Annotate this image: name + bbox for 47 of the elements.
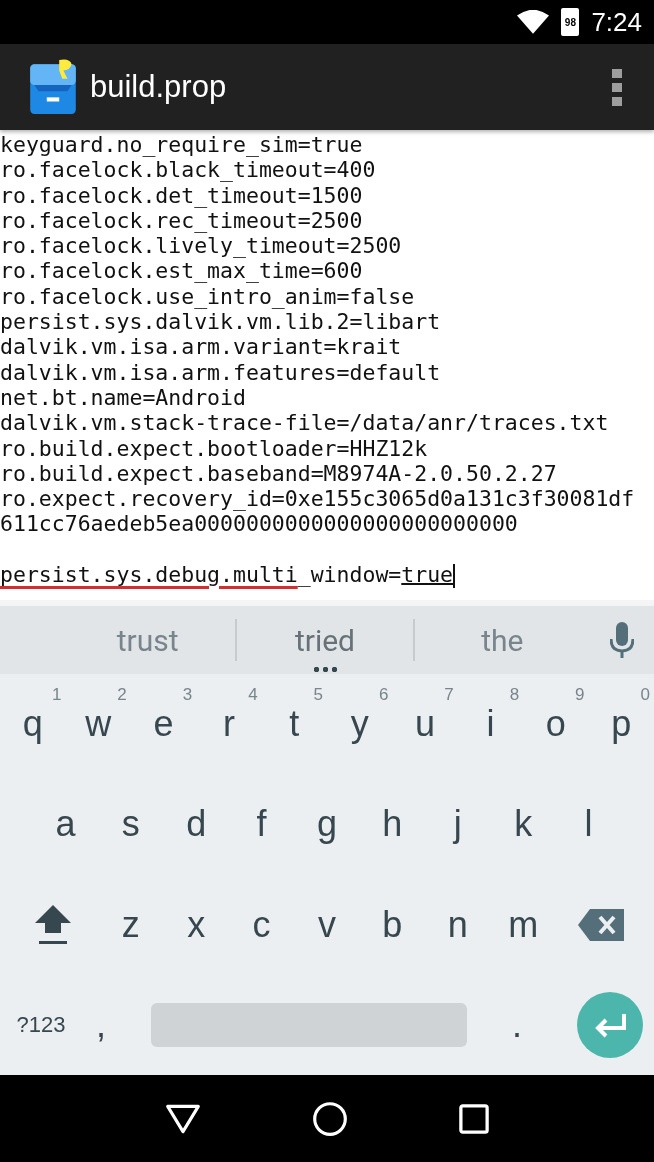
battery-icon: 98	[561, 8, 580, 36]
text-line: ro.facelock.det_timeout=1500	[0, 182, 364, 208]
text-line: ro.facelock.est_max_time=600	[0, 258, 364, 284]
text-line: dalvik.vm.isa.arm.features=default	[0, 359, 442, 385]
clock-time: 7:24	[591, 6, 642, 38]
keyboard-key[interactable]: z	[98, 879, 164, 970]
keyboard-key[interactable]: b	[359, 879, 426, 970]
keyboard-key[interactable]: j	[425, 779, 491, 870]
text-line: ro.facelock.lively_timeout=2500	[0, 233, 403, 259]
text-line: persist.sys.debug.multi_window=true	[0, 562, 457, 588]
home-icon[interactable]	[312, 1100, 348, 1137]
keyboard-key[interactable]: x	[163, 879, 229, 970]
keyboard-key[interactable]: d	[163, 779, 229, 870]
back-icon[interactable]	[165, 1102, 202, 1135]
keyboard-key[interactable]: k	[490, 779, 556, 870]
text-line: persist.sys.dalvik.vm.lib.2=libart	[0, 309, 442, 335]
text-line: ro.facelock.use_intro_anim=false	[0, 283, 416, 310]
text-line: net.bt.name=Android	[0, 384, 247, 411]
text-line: keyguard.no_require_sim=true	[0, 132, 364, 158]
keyboard-key[interactable]: ,	[71, 979, 131, 1070]
keyboard-key[interactable]: h	[359, 779, 426, 870]
keyboard-key[interactable]: s	[98, 779, 164, 870]
text-line: ro.build.expect.baseband=M8974A-2.0.50.2.27	[0, 460, 558, 487]
text-line: 611cc76aedeb5ea0000000000000000000000000	[0, 511, 519, 537]
text-line: dalvik.vm.stack-trace-file=/data/anr/traces.txt	[0, 410, 610, 436]
keyboard-key[interactable]: f	[228, 779, 295, 870]
file-title: build.prop	[90, 69, 228, 105]
text-line: ro.build.expect.bootloader=HHZ12k	[0, 435, 429, 461]
symbols-key[interactable]: ?123	[11, 979, 71, 1070]
keyboard-key[interactable]: a	[32, 779, 99, 870]
keyboard-key[interactable]: .	[487, 979, 547, 1070]
microphone-icon[interactable]	[610, 622, 634, 658]
wifi-icon	[517, 10, 550, 34]
keyboard-key[interactable]: g	[294, 779, 360, 870]
suggestion-chip[interactable]: tried	[237, 606, 413, 674]
keyboard-key[interactable]: l	[555, 779, 622, 870]
file-cabinet-icon	[28, 58, 78, 116]
keyboard-key[interactable]: v	[294, 879, 360, 970]
keyboard-key[interactable]: n	[425, 879, 491, 970]
keyboard-key[interactable]: m	[490, 879, 556, 970]
backspace-icon	[577, 908, 624, 941]
text-line: ro.expect.recovery_id=0xe155c3065d0a131c3f30081df	[0, 486, 636, 512]
keyboard-key[interactable]: c	[228, 879, 295, 970]
text-line: ro.facelock.black_timeout=400	[0, 157, 377, 183]
text-line: ro.facelock.rec_timeout=2500	[0, 207, 364, 234]
recents-icon[interactable]	[458, 1103, 489, 1134]
text-line: dalvik.vm.isa.arm.variant=krait	[0, 334, 403, 360]
